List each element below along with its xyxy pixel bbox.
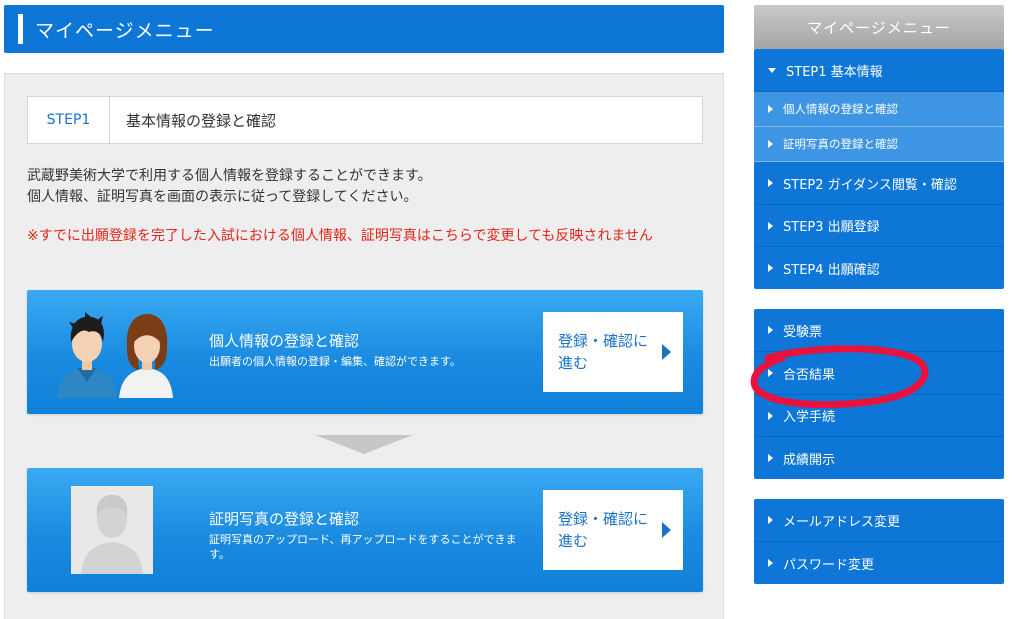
caret-right-icon <box>768 105 773 113</box>
person-silhouette-icon <box>81 494 143 574</box>
sidebar-item-label: 証明写真の登録と確認 <box>783 137 898 151</box>
caret-right-icon <box>768 369 773 377</box>
card-subtitle: 証明写真のアップロード、再アップロードをすることができます。 <box>209 533 517 561</box>
sidebar-item-step3[interactable]: STEP3 出願登録 <box>754 205 1004 247</box>
caret-right-icon <box>768 326 773 334</box>
card-subtitle: 出願者の個人情報の登録・編集、確認ができます。 <box>209 355 461 368</box>
sidebar-item-step2[interactable]: STEP2 ガイダンス閲覧・確認 <box>754 162 1004 205</box>
personal-info-proceed-button[interactable]: 登録・確認に進む <box>543 312 683 392</box>
description-line: 個人情報、証明写真を画面の表示に従って登録してください。 <box>27 189 418 205</box>
page-header: マイページメニュー <box>4 5 724 53</box>
warning-text: ※すでに出願登録を完了した入試における個人情報、証明写真はこちらで変更しても反映… <box>27 228 653 244</box>
step-box: STEP1 基本情報の登録と確認 <box>27 96 703 144</box>
main-panel: STEP1 基本情報の登録と確認 武蔵野美術大学で利用する個人情報を登録すること… <box>4 73 724 619</box>
photo-placeholder <box>71 486 153 574</box>
proceed-button-label: 登録・確認に進む <box>558 510 649 550</box>
personal-info-card: 個人情報の登録と確認 出願者の個人情報の登録・編集、確認ができます。 登録・確認… <box>27 290 703 414</box>
caret-right-icon <box>768 559 773 567</box>
id-photo-card: 証明写真の登録と確認 証明写真のアップロード、再アップロードをすることができます… <box>27 468 703 592</box>
sidebar-group-account: メールアドレス変更 パスワード変更 <box>754 499 1004 584</box>
sidebar-item-password-change[interactable]: パスワード変更 <box>754 542 1004 584</box>
step-label: STEP1 <box>28 97 110 143</box>
page-title: マイページメニュー <box>35 19 215 42</box>
sidebar-group-steps: STEP1 基本情報 個人情報の登録と確認 証明写真の登録と確認 STEP2 ガ… <box>754 49 1004 289</box>
sidebar-item-label: パスワード変更 <box>783 557 875 573</box>
sidebar-item-label: STEP1 基本情報 <box>786 64 883 80</box>
caret-right-icon <box>768 179 773 187</box>
sidebar-item-enrollment[interactable]: 入学手続 <box>754 395 1004 437</box>
sidebar-item-id-photo[interactable]: 証明写真の登録と確認 <box>754 127 1004 162</box>
caret-right-icon <box>768 411 773 420</box>
sidebar-item-score-disclosure[interactable]: 成績開示 <box>754 437 1004 479</box>
proceed-button-label: 登録・確認に進む <box>558 332 649 372</box>
card-title: 個人情報の登録と確認 <box>209 332 360 350</box>
caret-right-icon <box>768 454 773 462</box>
step-title: 基本情報の登録と確認 <box>126 111 277 130</box>
sidebar-item-admission-ticket[interactable]: 受験票 <box>754 309 1004 352</box>
sidebar-item-label: 成績開示 <box>783 452 836 468</box>
sidebar-item-label: STEP3 出願登録 <box>783 220 880 235</box>
chevron-right-icon <box>662 522 671 538</box>
sidebar-item-label: 合否結果 <box>783 367 836 383</box>
sidebar-item-label: STEP2 ガイダンス閲覧・確認 <box>783 177 957 193</box>
sidebar-item-step4[interactable]: STEP4 出願確認 <box>754 247 1004 289</box>
sidebar-item-label: 入学手続 <box>783 410 836 425</box>
chevron-right-icon <box>662 344 671 360</box>
sidebar-item-label: 受験票 <box>783 324 823 340</box>
caret-right-icon <box>768 221 773 230</box>
description: 武蔵野美術大学で利用する個人情報を登録することができます。 個人情報、証明写真を… <box>27 166 707 208</box>
caret-right-icon <box>768 140 773 148</box>
sidebar-item-step1[interactable]: STEP1 基本情報 <box>754 49 1004 92</box>
flow-down-arrow-icon <box>315 435 413 454</box>
sidebar-item-label: STEP4 出願確認 <box>783 262 880 278</box>
sidebar-item-label: メールアドレス変更 <box>783 514 901 530</box>
sidebar-item-exam-results[interactable]: 合否結果 <box>754 352 1004 395</box>
header-accent-bar <box>18 14 23 44</box>
card-title: 証明写真の登録と確認 <box>209 510 360 528</box>
sidebar-title: マイページメニュー <box>754 5 1004 49</box>
id-photo-proceed-button[interactable]: 登録・確認に進む <box>543 490 683 570</box>
caret-right-icon <box>768 264 773 272</box>
sidebar-item-label: 個人情報の登録と確認 <box>783 102 898 116</box>
caret-right-icon <box>768 516 773 524</box>
sidebar-group-results: 受験票 合否結果 入学手続 成績開示 <box>754 309 1004 479</box>
sidebar-item-email-change[interactable]: メールアドレス変更 <box>754 499 1004 542</box>
applicants-illustration-icon <box>57 312 173 398</box>
sidebar-item-personal-info[interactable]: 個人情報の登録と確認 <box>754 92 1004 127</box>
description-line: 武蔵野美術大学で利用する個人情報を登録することができます。 <box>27 168 432 184</box>
caret-down-icon <box>768 67 776 73</box>
